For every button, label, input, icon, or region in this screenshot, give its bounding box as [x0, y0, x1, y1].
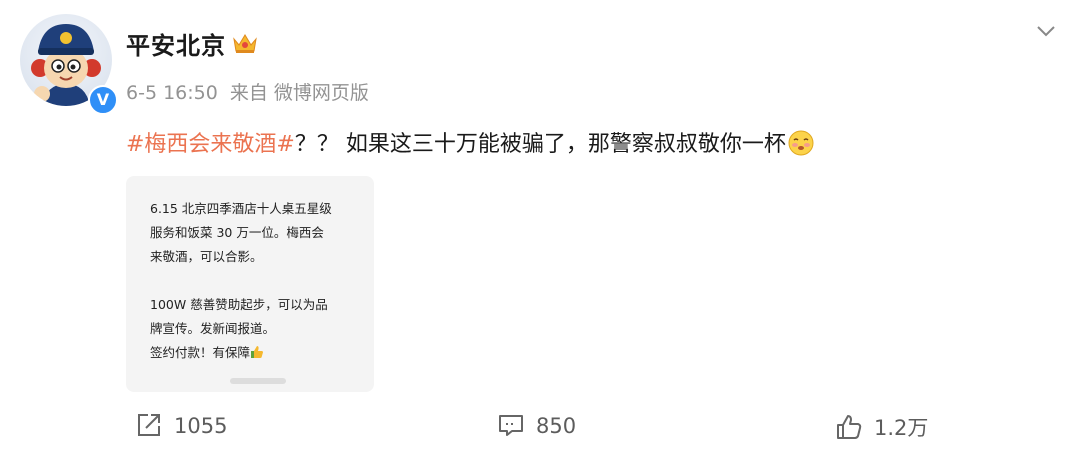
comment-count: 850: [536, 414, 577, 438]
hashtag-link[interactable]: #梅西会来敬酒#: [126, 132, 295, 157]
like-icon: [837, 415, 862, 439]
like-count: 1.2万: [874, 416, 929, 440]
drunk-emoji-icon: [788, 130, 814, 156]
card-text-line: 6.15 北京四季酒店十人桌五星级: [150, 201, 332, 216]
post-meta: 6-5 16:50 来自 微博网页版: [126, 78, 375, 105]
card-text-line: 100W 慈善赞助起步，可以为品: [150, 297, 328, 312]
username[interactable]: 平安北京: [126, 26, 226, 61]
card-text-line: 服务和饭菜 30 万一位。梅西会: [150, 225, 324, 240]
card-text-line-last: 签约付款！有保障: [150, 342, 264, 361]
thumbs-up-emoji-icon: [251, 346, 264, 358]
post-source: 来自 微博网页版: [229, 82, 369, 104]
repost-icon: [138, 414, 160, 436]
post-image-card[interactable]: 6.15 北京四季酒店十人桌五星级 服务和饭菜 30 万一位。梅西会 来敬酒，可…: [126, 176, 374, 392]
verified-icon: V: [88, 85, 118, 115]
chevron-down-icon[interactable]: [1036, 24, 1056, 38]
card-text-line: 来敬酒，可以合影。: [150, 249, 263, 264]
avatar-container[interactable]: V: [20, 14, 118, 115]
comment-icon: [499, 415, 523, 436]
crown-icon[interactable]: [232, 31, 258, 55]
like-button[interactable]: 1.2万: [836, 412, 928, 444]
post-body: ？？ 如果这三十万能被骗了，那警察叔叔敬你一杯: [294, 132, 786, 157]
repost-button[interactable]: 1055: [136, 412, 227, 444]
card-text-line: 签约付款！有保障: [150, 345, 251, 360]
image-watermark: [230, 378, 286, 384]
post-text: #梅西会来敬酒#？？ 如果这三十万能被骗了，那警察叔叔敬你一杯: [126, 126, 814, 158]
post-time[interactable]: 6-5 16:50: [126, 82, 218, 104]
card-text-line: 牌宣传。发新闻报道。: [150, 321, 276, 336]
comment-button[interactable]: 850: [498, 412, 576, 444]
repost-count: 1055: [174, 414, 228, 438]
